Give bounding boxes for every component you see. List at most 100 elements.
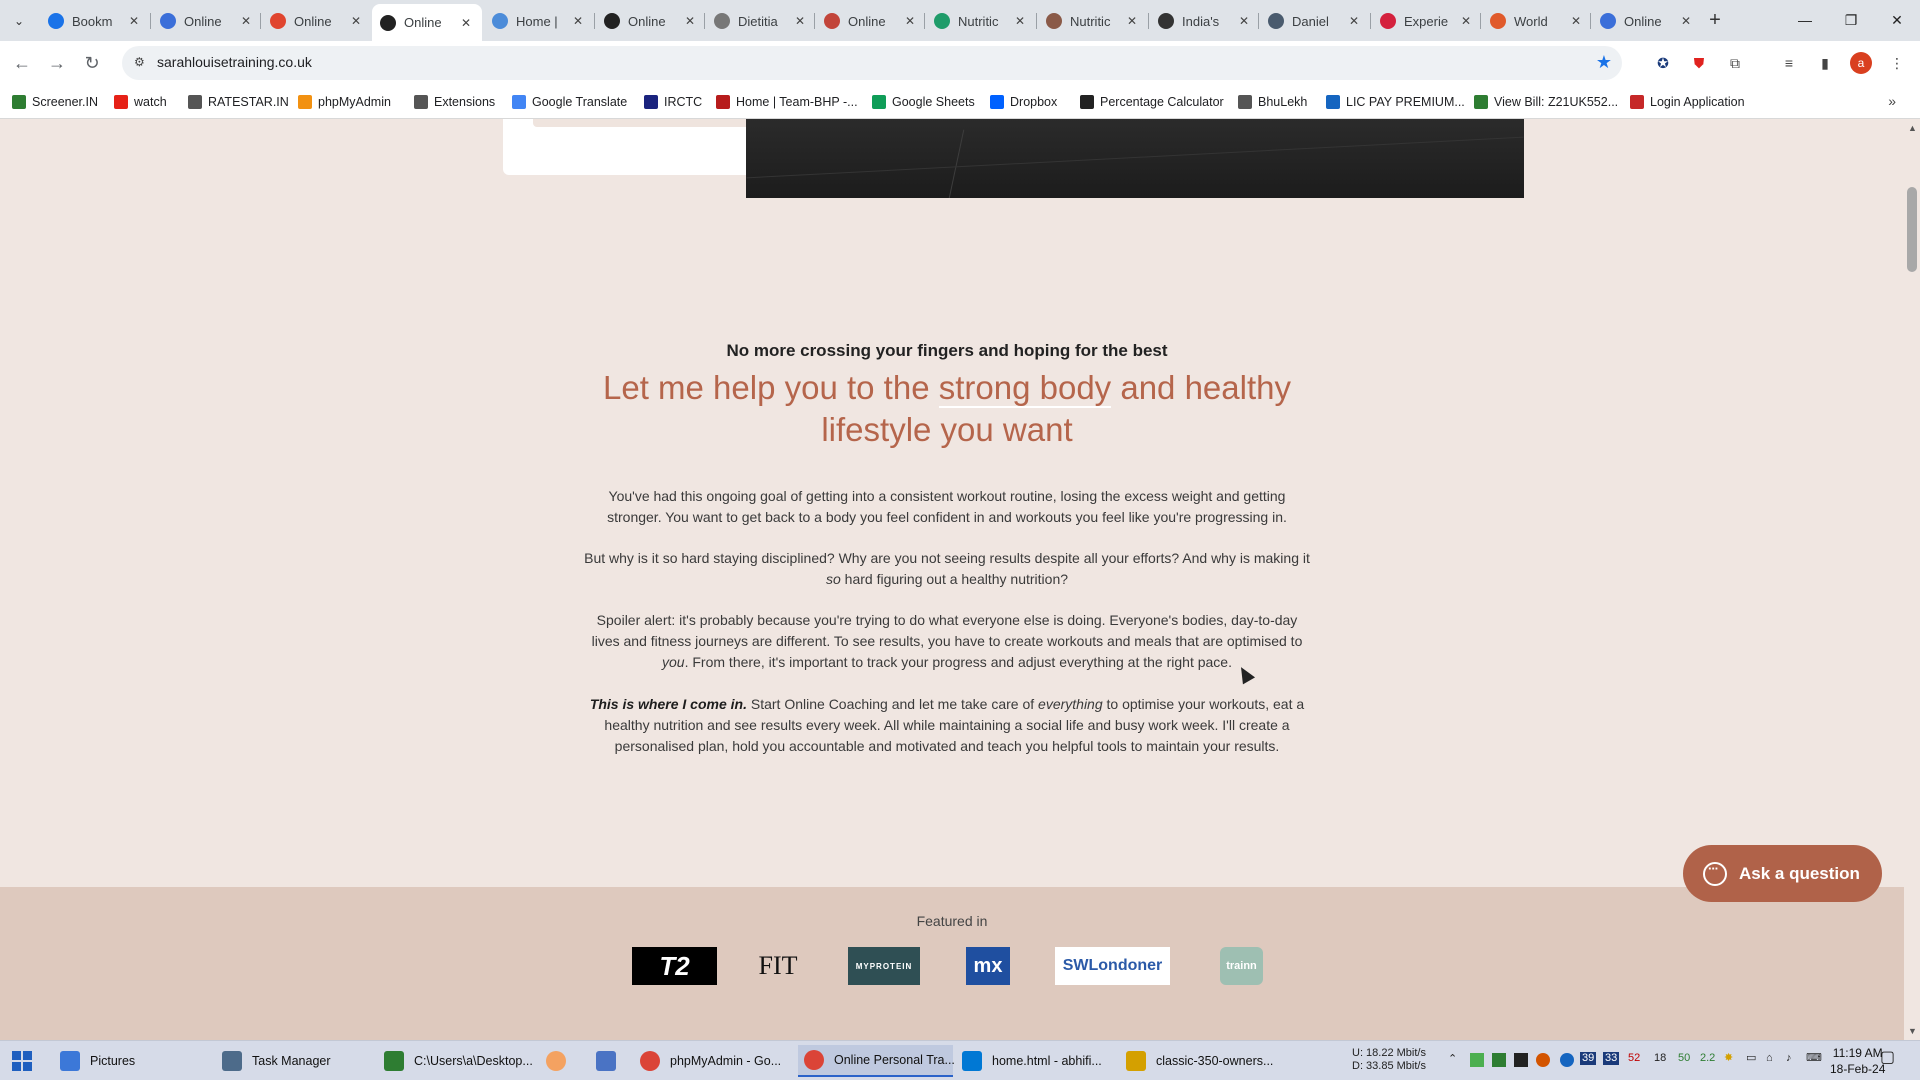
- close-tab-icon[interactable]: ✕: [1678, 14, 1694, 28]
- tab-title: Online: [1624, 13, 1662, 29]
- tab-4[interactable]: Home | ✕: [484, 6, 594, 36]
- close-tab-icon[interactable]: ✕: [1458, 14, 1474, 28]
- power-icon[interactable]: ▭: [1746, 1052, 1756, 1065]
- taskbar-item-excel[interactable]: classic-350-owners...: [1126, 1045, 1276, 1077]
- tab-7[interactable]: Online ✕: [816, 6, 926, 36]
- close-tab-icon[interactable]: ✕: [1568, 14, 1584, 28]
- system-clock[interactable]: 11:19 AM 18-Feb-24: [1830, 1045, 1885, 1077]
- site-info-icon[interactable]: ⚙: [134, 55, 150, 71]
- scroll-down-arrow-icon[interactable]: ▼: [1908, 1026, 1917, 1036]
- tab-14[interactable]: Online ✕: [1592, 6, 1702, 36]
- taskbar-item-chrome-active[interactable]: Online Personal Tra...: [798, 1045, 955, 1077]
- bookmark-item[interactable]: Home | Team-BHP -...: [716, 93, 858, 111]
- close-tab-icon[interactable]: ✕: [1346, 14, 1362, 28]
- tray-counter[interactable]: 39: [1580, 1052, 1597, 1065]
- taskbar-item-chrome-phpmyadmin[interactable]: phpMyAdmin - Go...: [640, 1045, 790, 1077]
- tab-2[interactable]: Online ✕: [262, 6, 372, 36]
- tab-5[interactable]: Online ✕: [596, 6, 706, 36]
- close-tab-icon[interactable]: ✕: [348, 14, 364, 28]
- close-tab-icon[interactable]: ✕: [902, 14, 918, 28]
- taskbar-item-pictures[interactable]: Pictures: [60, 1045, 210, 1077]
- tray-counter[interactable]: 50: [1678, 1052, 1690, 1065]
- bookmark-item[interactable]: Google Translate: [512, 93, 627, 111]
- close-window-icon[interactable]: ✕: [1874, 0, 1920, 41]
- close-tab-icon[interactable]: ✕: [238, 14, 254, 28]
- tab-8[interactable]: Nutritic ✕: [926, 6, 1036, 36]
- tray-app-icon[interactable]: [1536, 1053, 1550, 1067]
- extensions-puzzle-icon[interactable]: ⧉: [1724, 52, 1746, 74]
- tab-0[interactable]: Bookm ✕: [40, 6, 150, 36]
- bookmark-item[interactable]: Screener.IN: [12, 93, 98, 111]
- tray-app-icon[interactable]: [1560, 1053, 1574, 1067]
- bookmark-item[interactable]: Login Application: [1630, 93, 1745, 111]
- tab-6[interactable]: Dietitia ✕: [706, 6, 816, 36]
- bookmark-item[interactable]: LIC PAY PREMIUM...: [1326, 93, 1465, 111]
- bookmark-item[interactable]: watch: [114, 93, 167, 111]
- back-icon[interactable]: ←: [8, 49, 36, 77]
- windows-start-icon[interactable]: [12, 1051, 32, 1071]
- taskbar-item-task-manager[interactable]: Task Manager: [222, 1045, 372, 1077]
- tray-counter[interactable]: 52: [1628, 1052, 1640, 1065]
- bookmark-star-icon[interactable]: ★: [1596, 52, 1612, 73]
- tab-1[interactable]: Online ✕: [152, 6, 262, 36]
- bookmark-item[interactable]: Google Sheets: [872, 93, 975, 111]
- tab-3-active[interactable]: Online ✕: [372, 4, 482, 41]
- media-control-icon[interactable]: ≡: [1778, 52, 1800, 74]
- close-tab-icon[interactable]: ✕: [1124, 14, 1140, 28]
- bookmark-item[interactable]: IRCTC: [644, 93, 702, 111]
- tab-13[interactable]: World ✕: [1482, 6, 1592, 36]
- taskbar-item-notepad[interactable]: C:\Users\a\Desktop...: [384, 1045, 534, 1077]
- minimize-icon[interactable]: —: [1782, 0, 1828, 41]
- forward-icon[interactable]: →: [43, 49, 71, 77]
- language-icon[interactable]: ⌨: [1806, 1052, 1822, 1065]
- bookmark-item[interactable]: BhuLekh: [1238, 93, 1307, 111]
- scrollbar-thumb[interactable]: [1907, 187, 1917, 272]
- profile-avatar[interactable]: a: [1850, 52, 1872, 74]
- bookmark-item[interactable]: RATESTAR.IN: [188, 93, 289, 111]
- tray-counter[interactable]: 2.2: [1700, 1052, 1715, 1065]
- network-icon[interactable]: ⌂: [1766, 1052, 1773, 1065]
- taskbar-item-app[interactable]: [546, 1045, 566, 1077]
- ask-question-button[interactable]: Ask a question: [1683, 845, 1882, 902]
- close-tab-icon[interactable]: ✕: [792, 14, 808, 28]
- taskbar-item-vscode[interactable]: home.html - abhifi...: [962, 1045, 1112, 1077]
- tab-11[interactable]: Daniel ✕: [1260, 6, 1370, 36]
- side-panel-icon[interactable]: ▮: [1814, 52, 1836, 74]
- scroll-up-arrow-icon[interactable]: ▲: [1908, 123, 1917, 133]
- bookmark-item[interactable]: phpMyAdmin: [298, 93, 391, 111]
- tab-search-icon[interactable]: ⌄: [8, 10, 30, 32]
- close-tab-icon[interactable]: ✕: [682, 14, 698, 28]
- volume-icon[interactable]: ♪: [1786, 1052, 1792, 1065]
- bookmark-item[interactable]: Extensions: [414, 93, 495, 111]
- close-tab-icon[interactable]: ✕: [126, 14, 142, 28]
- tray-app-icon[interactable]: [1492, 1053, 1506, 1067]
- page-scrollbar[interactable]: ▲ ▼: [1904, 119, 1920, 1040]
- tray-counter[interactable]: 18: [1654, 1052, 1666, 1065]
- bookmark-item[interactable]: Dropbox: [990, 93, 1057, 111]
- tray-app-icon[interactable]: [1470, 1053, 1484, 1067]
- shield-extension-icon[interactable]: ⛊: [1688, 52, 1710, 74]
- tray-expand-icon[interactable]: ⌃: [1448, 1053, 1457, 1066]
- card-button-edge[interactable]: [533, 119, 773, 127]
- tray-counter[interactable]: 33: [1603, 1052, 1620, 1065]
- notifications-icon[interactable]: ▢: [1880, 1050, 1895, 1066]
- restore-icon[interactable]: ❐: [1828, 0, 1874, 41]
- bookmark-item[interactable]: Percentage Calculator: [1080, 93, 1224, 111]
- close-tab-icon[interactable]: ✕: [1236, 14, 1252, 28]
- close-tab-icon[interactable]: ✕: [1012, 14, 1028, 28]
- menu-kebab-icon[interactable]: ⋮: [1886, 52, 1908, 74]
- tray-app-icon[interactable]: [1514, 1053, 1528, 1067]
- tab-10[interactable]: India's ✕: [1150, 6, 1260, 36]
- tray-app-icon[interactable]: ✸: [1724, 1052, 1733, 1065]
- more-bookmarks-icon[interactable]: »: [1888, 93, 1896, 109]
- close-tab-icon[interactable]: ✕: [458, 16, 474, 30]
- tab-12[interactable]: Experie ✕: [1372, 6, 1482, 36]
- reload-icon[interactable]: ↻: [78, 49, 106, 77]
- bookmark-item[interactable]: View Bill: Z21UK552...: [1474, 93, 1618, 111]
- close-tab-icon[interactable]: ✕: [570, 14, 586, 28]
- address-bar[interactable]: ⚙ sarahlouisetraining.co.uk ★: [122, 46, 1622, 80]
- extension-icon[interactable]: ✪: [1652, 52, 1674, 74]
- new-tab-plus-icon[interactable]: +: [1703, 8, 1727, 32]
- taskbar-item-file[interactable]: [596, 1045, 616, 1077]
- tab-9[interactable]: Nutritic ✕: [1038, 6, 1148, 36]
